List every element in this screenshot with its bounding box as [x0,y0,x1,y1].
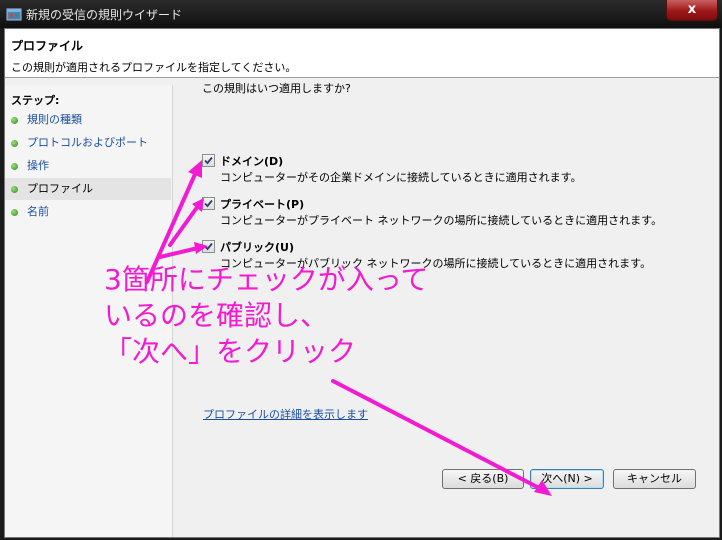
arrow-to-next-button-icon [331,379,545,492]
arrow-to-public-icon [158,246,200,259]
arrow-to-domain-icon [145,170,198,284]
annotation-arrows [145,160,552,496]
